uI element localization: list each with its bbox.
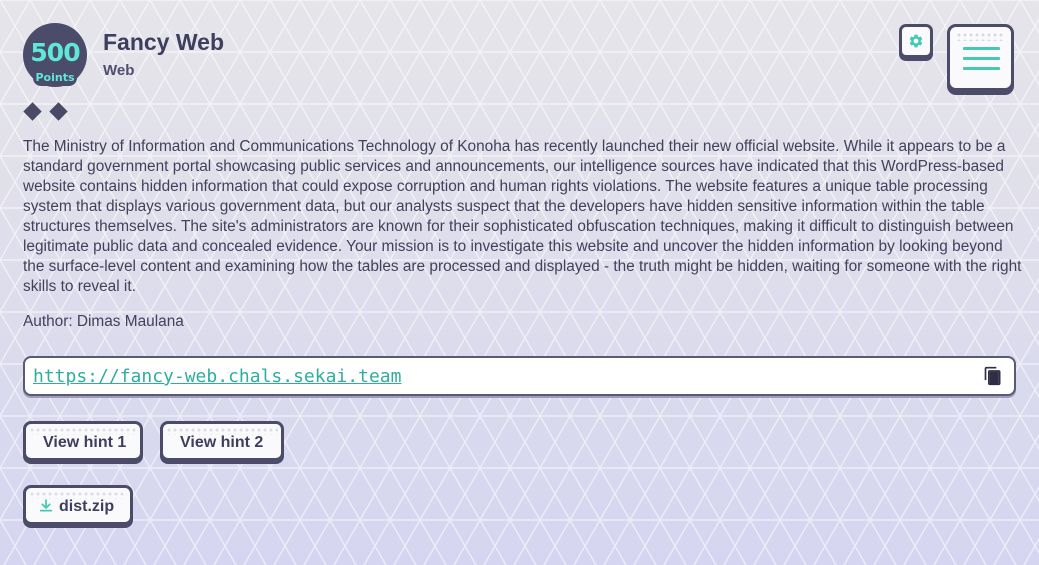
view-hint-2-button[interactable]: View hint 2 [160, 421, 284, 461]
copy-icon[interactable] [983, 366, 1003, 386]
file-name-label: dist.zip [59, 498, 115, 515]
challenge-description: The Ministry of Information and Communic… [23, 138, 1022, 295]
difficulty-diamond-icon [23, 102, 42, 121]
download-icon [39, 499, 53, 512]
hint-button-label: View hint 1 [43, 434, 127, 451]
points-value: 500 [30, 38, 80, 67]
challenge-title: Fancy Web [103, 29, 224, 55]
view-hint-1-button[interactable]: View hint 1 [23, 421, 143, 461]
challenge-url-box: https://fancy-web.chals.sekai.team [23, 356, 1016, 396]
points-badge: 500 Points [23, 23, 87, 87]
points-label: Points [33, 70, 77, 86]
download-dist-zip-button[interactable]: dist.zip [23, 485, 133, 525]
difficulty-diamond-icon [49, 102, 68, 121]
hint-button-label: View hint 2 [180, 434, 264, 451]
challenge-author: Author: Dimas Maulana [23, 313, 184, 330]
gear-icon [909, 34, 923, 48]
menu-button[interactable] [947, 24, 1014, 91]
challenge-category: Web [103, 62, 135, 79]
settings-button[interactable] [899, 24, 933, 58]
challenge-url-link[interactable]: https://fancy-web.chals.sekai.team [33, 366, 401, 387]
challenge-panel: 500 Points Fancy Web Web The Ministry of… [0, 0, 1039, 565]
button-dot-texture [956, 32, 1005, 41]
